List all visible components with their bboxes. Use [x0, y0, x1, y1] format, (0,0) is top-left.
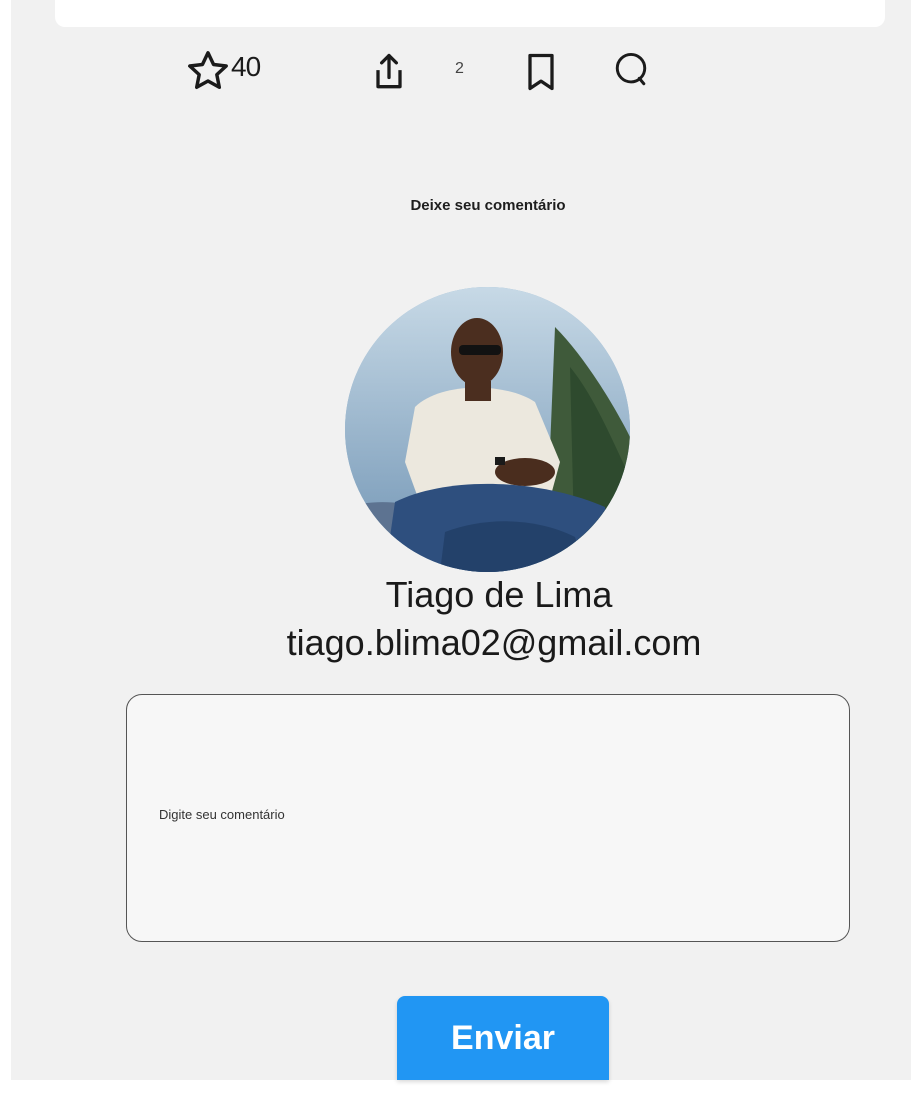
- star-button[interactable]: 40: [185, 48, 261, 99]
- star-count: 40: [231, 50, 261, 82]
- share-button[interactable]: [367, 50, 411, 99]
- comment-button[interactable]: [609, 48, 653, 97]
- comment-section-title: Deixe seu comentário: [410, 197, 566, 214]
- user-name: Tiago de Lima: [385, 574, 613, 615]
- post-action-bar: 40 2: [11, 42, 911, 102]
- user-email: tiago.blima02@gmail.com: [286, 622, 702, 663]
- comment-icon: [609, 48, 653, 97]
- bookmark-icon: [519, 50, 563, 99]
- submit-button[interactable]: Enviar: [397, 996, 609, 1080]
- bookmark-button[interactable]: [519, 50, 563, 99]
- star-icon: [185, 48, 231, 99]
- share-icon: [367, 50, 411, 99]
- page: 40 2 Deixe seu comentário Tiago de Lima …: [11, 0, 911, 1080]
- post-card: [55, 0, 885, 27]
- avatar: [345, 287, 630, 572]
- comment-input[interactable]: [126, 694, 850, 942]
- share-count: 2: [455, 60, 464, 77]
